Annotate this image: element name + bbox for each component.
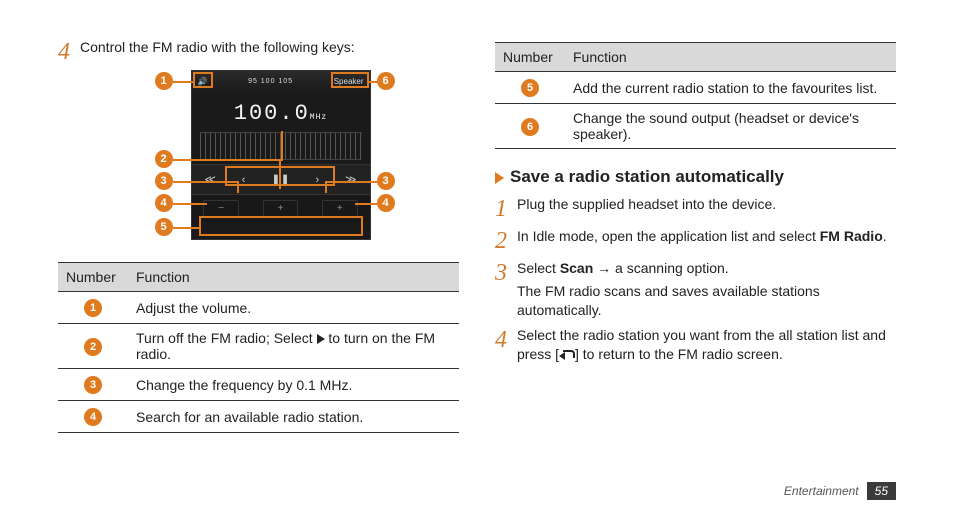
plus-btn: + [263,200,299,217]
step-4: 4 Control the FM radio with the followin… [58,38,459,64]
minus-btn: − [203,200,239,217]
step-number: 4 [58,38,80,64]
callout-6: 6 [377,72,395,90]
footer-section: Entertainment [784,484,859,498]
frequency-display: 100.0MHz [192,91,370,128]
row2-func: Turn off the FM radio; Select to turn on… [128,324,459,369]
section-heading: Save a radio station automatically [495,167,896,187]
function-table-right: Number Function 5 Add the current radio … [495,42,896,149]
radio-diagram: 🔊 95 100 105 Speaker 100.0MHz ≪ ‹ ❚❚ › ≫ [149,70,369,250]
step-2: 2 In Idle mode, open the application lis… [495,227,896,253]
callout-4r: 4 [377,194,395,212]
plus2-btn: + [322,200,358,217]
step-text: Control the FM radio with the following … [80,38,355,64]
return-icon [559,350,575,360]
callout-5: 5 [155,218,173,236]
radio-body: 🔊 95 100 105 Speaker 100.0MHz ≪ ‹ ❚❚ › ≫ [191,70,371,240]
function-table-left: Number Function 1 Adjust the volume. 2 T… [58,262,459,433]
table-row: 4 Search for an available radio station. [58,401,459,433]
preset-bar: 95 100 105 [248,78,293,85]
hl-bottom [199,216,363,236]
callout-3l: 3 [155,172,173,190]
step-4r: 4 Select the radio station you want from… [495,326,896,364]
table-row: 5 Add the current radio station to the f… [495,72,896,104]
th-function: Function [128,263,459,292]
play-icon [317,334,325,344]
callout-3r: 3 [377,172,395,190]
th-number: Number [495,43,565,72]
step-3: 3 Select Scan → a scanning option. The F… [495,259,896,320]
th-function: Function [565,43,896,72]
chevron-icon [495,172,504,184]
hl-volume [193,72,213,88]
table-row: 1 Adjust the volume. [58,292,459,324]
table-row: 3 Change the frequency by 0.1 MHz. [58,369,459,401]
dial [200,132,362,160]
rewind-icon: ≪ [204,173,216,186]
th-number: Number [58,263,128,292]
table-row: 6 Change the sound output (headset or de… [495,104,896,149]
table-row: 2 Turn off the FM radio; Select to turn … [58,324,459,369]
callout-2: 2 [155,150,173,168]
hl-speaker [331,72,369,88]
step-1: 1 Plug the supplied headset into the dev… [495,195,896,221]
page-footer: Entertainment 55 [784,482,896,500]
forward-icon: ≫ [345,173,357,186]
callout-4l: 4 [155,194,173,212]
callout-1: 1 [155,72,173,90]
page-number: 55 [867,482,896,500]
